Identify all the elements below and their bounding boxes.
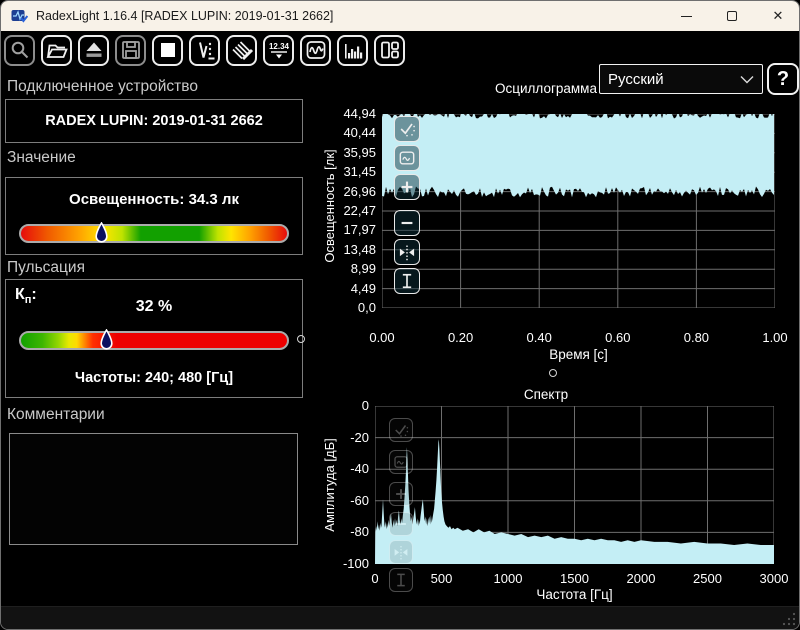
comments-input[interactable] (9, 433, 298, 545)
spectrum-xtick: 2000 (616, 571, 666, 586)
spectrum-scale-window-button[interactable] (389, 450, 413, 474)
zoom-in-icon (397, 177, 417, 197)
fit-horizontal-icon (392, 543, 410, 561)
spectrum-zoom-out-button[interactable] (389, 512, 413, 536)
oscillogram-ytick: 13,48 (318, 242, 376, 257)
content-area: Подключенное устройство RADEX LUPIN: 201… (1, 1, 799, 629)
oscillogram-ytick: 35,95 (318, 145, 376, 160)
fit-horizontal-icon (397, 242, 417, 262)
comments-section-label: Комментарии (7, 406, 105, 424)
oscillogram-ytick: 26,96 (318, 184, 376, 199)
oscillogram-ytick: 17,97 (318, 222, 376, 237)
spectrum-fit-vertical-button[interactable] (389, 568, 413, 592)
horizontal-splitter-grip[interactable] (549, 369, 557, 377)
spectrum-xtick: 3000 (749, 571, 799, 586)
device-section-label: Подключенное устройство (7, 78, 198, 96)
scale-window-icon (392, 453, 410, 471)
oscillogram-zoom-out-button[interactable] (394, 210, 420, 236)
fit-vertical-icon (392, 571, 410, 589)
illuminance-marker-icon (95, 222, 108, 245)
device-box: RADEX LUPIN: 2019-01-31 2662 (5, 99, 303, 143)
oscillogram-ytick: 44,94 (318, 106, 376, 121)
oscillogram-xtick: 0.80 (671, 330, 721, 345)
scale-window-icon (397, 148, 417, 168)
pulsation-scale-bar (19, 331, 289, 350)
oscillogram-fit-horizontal-button[interactable] (394, 239, 420, 265)
autoscale-icon (397, 119, 417, 139)
spectrum-autoscale-button[interactable] (389, 418, 413, 442)
frequencies-text: Частоты: 240; 480 [Гц] (6, 370, 302, 386)
pulsation-section-label: Пульсация (7, 259, 85, 277)
oscillogram-xlabel: Время [с] (382, 347, 775, 362)
spectrum-xtick: 1500 (550, 571, 600, 586)
spectrum-ylabel: Амплитуда [дБ] (322, 385, 338, 585)
spectrum-xtick: 1000 (483, 571, 533, 586)
zoom-in-icon (392, 485, 410, 503)
spectrum-ytick: -60 (315, 493, 369, 508)
vertical-splitter-grip[interactable] (297, 335, 305, 343)
spectrum-fit-horizontal-button[interactable] (389, 540, 413, 564)
spectrum-ytick: -80 (315, 524, 369, 539)
spectrum-ytick: 0 (315, 398, 369, 413)
resize-grip-icon[interactable] (781, 611, 797, 627)
illuminance-scale-bar (19, 224, 289, 243)
spectrum-xtick: 500 (417, 571, 467, 586)
oscillogram-fit-vertical-button[interactable] (394, 268, 420, 294)
spectrum-title: Спектр (321, 387, 771, 402)
spectrum-xlabel: Частота [Гц] (375, 587, 774, 602)
oscillogram-xtick: 1.00 (750, 330, 800, 345)
oscillogram-zoom-in-button[interactable] (394, 174, 420, 200)
illuminance-reading: Освещенность: 34.3 лк (6, 191, 302, 208)
device-name: RADEX LUPIN: 2019-01-31 2662 (6, 113, 302, 129)
oscillogram-ytick: 40,44 (318, 125, 376, 140)
app-window: RadexLight 1.16.4 [RADEX LUPIN: 2019-01-… (0, 0, 800, 630)
spectrum-ytick: -40 (315, 461, 369, 476)
oscillogram-ytick: 22,47 (318, 203, 376, 218)
oscillogram-xtick: 0.40 (514, 330, 564, 345)
oscillogram-title: Осциллограмма (321, 81, 771, 96)
statusbar (1, 606, 800, 630)
pulsation-marker-icon (100, 329, 113, 352)
zoom-out-icon (397, 213, 417, 233)
oscillogram-xtick: 0.60 (593, 330, 643, 345)
spectrum-ytick: -100 (315, 556, 369, 571)
pulsation-box: Кп: 32 % Частоты: 240; 480 [Гц] (5, 279, 303, 398)
oscillogram-ytick: 4,49 (318, 281, 376, 296)
oscillogram-ytick: 0,0 (318, 300, 376, 315)
value-box: Освещенность: 34.3 лк (5, 177, 303, 255)
spectrum-ytick: -20 (315, 430, 369, 445)
spectrum-plot[interactable] (375, 406, 774, 564)
oscillogram-xtick: 0.00 (357, 330, 407, 345)
kp-value: 32 % (6, 298, 302, 316)
oscillogram-scale-window-button[interactable] (394, 145, 420, 171)
autoscale-icon (392, 421, 410, 439)
spectrum-xtick: 2500 (683, 571, 733, 586)
zoom-out-icon (392, 515, 410, 533)
fit-vertical-icon (397, 271, 417, 291)
oscillogram-xtick: 0.20 (436, 330, 486, 345)
value-section-label: Значение (7, 149, 76, 167)
oscillogram-ytick: 8,99 (318, 261, 376, 276)
spectrum-zoom-in-button[interactable] (389, 482, 413, 506)
oscillogram-autoscale-button[interactable] (394, 116, 420, 142)
oscillogram-ytick: 31,45 (318, 164, 376, 179)
oscillogram-plot[interactable] (382, 114, 775, 308)
